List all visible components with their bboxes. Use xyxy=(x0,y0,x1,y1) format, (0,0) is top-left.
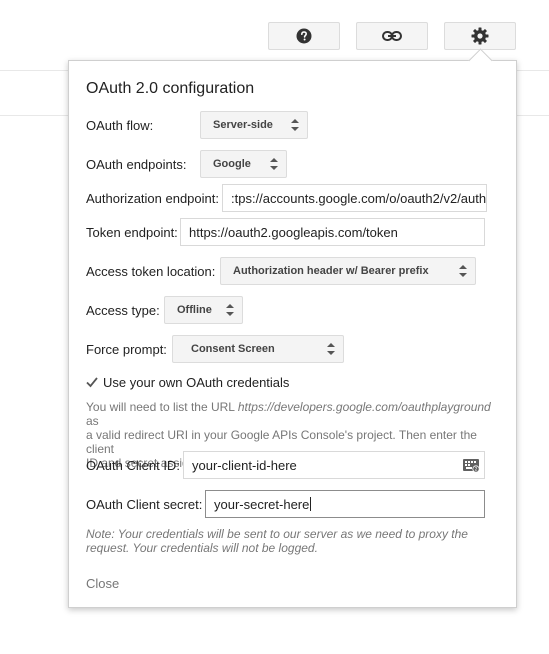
note-line-1: Note: Your credentials will be sent to o… xyxy=(86,527,468,541)
token-endpoint-value: https://oauth2.googleapis.com/token xyxy=(189,224,398,240)
access-token-location-select[interactable]: Authorization header w/ Bearer prefix xyxy=(220,257,476,285)
select-arrows-icon xyxy=(459,265,467,277)
link-icon xyxy=(382,31,402,41)
select-arrows-icon xyxy=(226,304,234,316)
note-line-2: request. Your credentials will not be lo… xyxy=(86,541,318,555)
help-line-1: You will need to list the URL https://de… xyxy=(86,400,491,428)
gear-icon xyxy=(471,27,489,45)
client-secret-value: your-secret-here xyxy=(214,496,310,512)
link-button[interactable] xyxy=(356,22,428,50)
settings-button[interactable] xyxy=(444,22,516,50)
question-circle-icon xyxy=(296,28,312,44)
access-type-value: Offline xyxy=(177,304,212,316)
client-id-label: OAuth Client ID: xyxy=(86,458,180,473)
authorization-endpoint-value: :tps://accounts.google.com/o/oauth2/v2/a… xyxy=(231,190,487,206)
oauth-endpoints-value: Google xyxy=(213,158,251,170)
oauth-endpoints-select[interactable]: Google xyxy=(200,150,287,178)
oauth-flow-select[interactable]: Server-side xyxy=(200,111,308,139)
credentials-note: Note: Your credentials will be sent to o… xyxy=(86,527,506,555)
token-endpoint-input[interactable]: https://oauth2.googleapis.com/token xyxy=(180,218,485,246)
client-id-value: your-client-id-here xyxy=(192,457,297,473)
close-link[interactable]: Close xyxy=(86,576,119,591)
text-cursor xyxy=(310,497,312,511)
help-button[interactable] xyxy=(268,22,340,50)
oauth-endpoints-label: OAuth endpoints: xyxy=(86,157,187,172)
force-prompt-value: Consent Screen xyxy=(191,343,275,355)
oauth-config-panel xyxy=(68,60,517,608)
client-secret-input[interactable]: your-secret-here xyxy=(205,490,485,518)
client-secret-label: OAuth Client secret: xyxy=(86,497,203,512)
select-arrows-icon xyxy=(291,119,299,131)
svg-text:2: 2 xyxy=(475,467,478,473)
force-prompt-select[interactable]: Consent Screen xyxy=(172,335,344,363)
oauth-flow-label: OAuth flow: xyxy=(86,118,154,133)
oauth-flow-value: Server-side xyxy=(213,119,273,131)
access-token-location-value: Authorization header w/ Bearer prefix xyxy=(233,265,429,277)
credential-keyboard-icon: 2 xyxy=(463,459,480,473)
client-id-input[interactable]: your-client-id-here 2 xyxy=(183,451,485,479)
authorization-endpoint-label: Authorization endpoint: xyxy=(86,191,219,206)
select-arrows-icon xyxy=(327,343,335,355)
access-token-location-label: Access token location: xyxy=(86,264,216,279)
access-type-select[interactable]: Offline xyxy=(164,296,243,324)
panel-title: OAuth 2.0 configuration xyxy=(86,80,255,97)
access-type-label: Access type: xyxy=(86,303,160,318)
authorization-endpoint-input[interactable]: :tps://accounts.google.com/o/oauth2/v2/a… xyxy=(222,184,487,212)
own-credentials-label[interactable]: Use your own OAuth credentials xyxy=(103,375,289,390)
force-prompt-label: Force prompt: xyxy=(86,342,167,357)
token-endpoint-label: Token endpoint: xyxy=(86,225,178,240)
select-arrows-icon xyxy=(270,158,278,170)
own-credentials-checkbox[interactable] xyxy=(86,376,98,388)
